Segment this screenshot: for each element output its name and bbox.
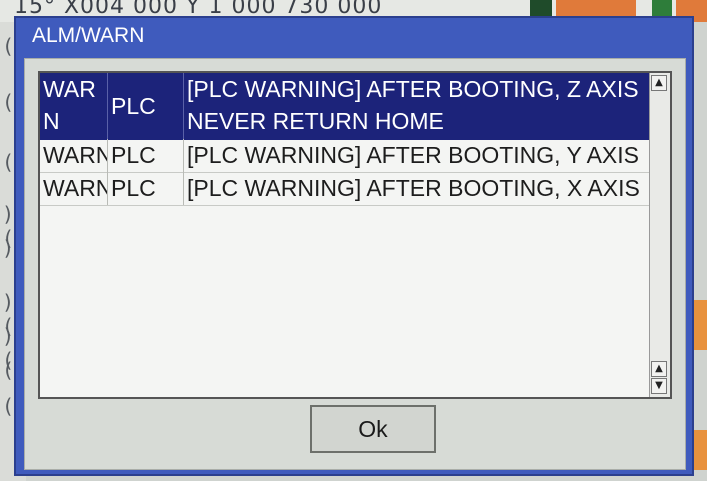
background-fragment: (: [2, 34, 15, 58]
arrow-up-icon[interactable]: ▲: [651, 361, 667, 377]
background-fragment: (: [2, 394, 15, 418]
dialog-body: WARN PLC [PLC WARNING] AFTER BOOTING, Z …: [24, 58, 686, 470]
arrow-down-icon[interactable]: ▼: [651, 378, 667, 394]
background-side-orange: [694, 300, 707, 350]
alarm-message: [PLC WARNING] AFTER BOOTING, Y AXIS: [187, 142, 640, 168]
alarm-type: WARN: [40, 139, 108, 172]
alarm-source: PLC: [108, 139, 184, 172]
alarm-type: WARN: [40, 73, 108, 139]
alarm-source: PLC: [108, 172, 184, 205]
alarm-list[interactable]: WARN PLC [PLC WARNING] AFTER BOOTING, Z …: [38, 71, 672, 399]
dialog-title: ALM/WARN: [32, 24, 145, 47]
list-scrollbar[interactable]: ▲ ▲ ▼: [649, 73, 670, 397]
alarm-type: WARN: [40, 172, 108, 205]
alarm-row[interactable]: WARN PLC [PLC WARNING] AFTER BOOTING, Z …: [40, 73, 650, 140]
alarm-source: PLC: [108, 73, 184, 139]
alarm-message: [PLC WARNING] AFTER BOOTING, Z AXIS NEVE…: [187, 76, 639, 134]
background-fragment: (: [2, 150, 15, 174]
alarm-row[interactable]: WARN PLC [PLC WARNING] AFTER BOOTING, Y …: [40, 139, 650, 173]
arrow-up-icon[interactable]: ▲: [651, 75, 667, 91]
background-side-orange: [694, 430, 707, 470]
background-fragment: (: [2, 90, 15, 114]
alarm-dialog: ALM/WARN WARN PLC [PLC WARNING] AFTER BO…: [14, 16, 694, 476]
ok-button[interactable]: Ok: [310, 405, 436, 453]
alarm-row[interactable]: WARN PLC [PLC WARNING] AFTER BOOTING, X …: [40, 172, 650, 206]
background-fragment: (: [2, 358, 15, 382]
alarm-message: [PLC WARNING] AFTER BOOTING, X AXIS: [187, 175, 640, 201]
